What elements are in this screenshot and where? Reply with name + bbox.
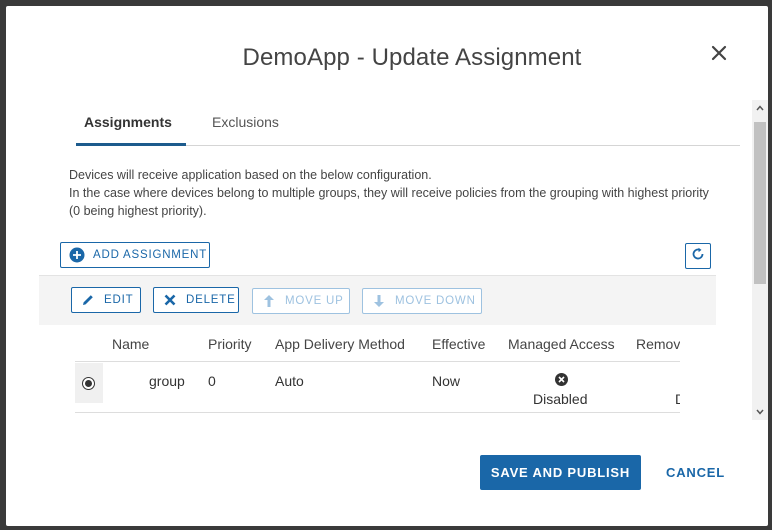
cell-effective: Now <box>432 373 461 389</box>
close-icon[interactable] <box>706 40 732 66</box>
column-header-removal[interactable]: Remov <box>636 336 680 352</box>
column-header-managed-access[interactable]: Managed Access <box>508 336 615 352</box>
add-assignment-label: ADD ASSIGNMENT <box>93 249 208 261</box>
add-assignment-button[interactable]: ADD ASSIGNMENT <box>60 242 210 268</box>
cell-priority: 0 <box>208 373 216 389</box>
plus-circle-icon <box>69 247 85 263</box>
column-header-name[interactable]: Name <box>112 336 149 352</box>
content-scrollbar[interactable] <box>752 100 768 420</box>
delete-label: DELETE <box>186 294 236 306</box>
move-up-label: MOVE UP <box>285 295 344 307</box>
x-icon <box>162 292 178 308</box>
cell-removal: D <box>675 391 680 407</box>
description-line-2: In the case where devices belong to mult… <box>69 186 709 218</box>
dialog-title: DemoApp - Update Assignment <box>242 44 582 71</box>
scroll-up-arrow-icon[interactable] <box>752 100 768 116</box>
cell-name: group <box>149 373 185 389</box>
delete-button[interactable]: DELETE <box>153 287 239 313</box>
scrollbar-thumb[interactable] <box>754 122 766 284</box>
arrow-down-icon <box>371 293 387 309</box>
refresh-button[interactable] <box>685 243 711 269</box>
edit-label: EDIT <box>104 294 134 306</box>
tab-exclusions[interactable]: Exclusions <box>212 114 279 130</box>
move-down-button[interactable]: MOVE DOWN <box>362 288 482 314</box>
x-circle-icon <box>555 373 568 389</box>
edit-button[interactable]: EDIT <box>71 287 141 313</box>
tab-assignments[interactable]: Assignments <box>84 114 172 130</box>
column-header-delivery-method[interactable]: App Delivery Method <box>275 336 405 352</box>
cancel-button[interactable]: CANCEL <box>666 465 725 480</box>
column-header-priority[interactable]: Priority <box>208 336 252 352</box>
column-header-effective[interactable]: Effective <box>432 336 485 352</box>
tab-bar: Assignments Exclusions <box>76 106 740 146</box>
cell-delivery-method: Auto <box>275 373 304 389</box>
active-tab-indicator <box>76 143 186 146</box>
description-line-1: Devices will receive application based o… <box>69 168 432 182</box>
assignments-table: Name Priority App Delivery Method Effect… <box>75 326 680 416</box>
table-row[interactable]: group 0 Auto Now Disabled D <box>75 363 680 413</box>
cell-managed-access: Disabled <box>533 391 588 407</box>
save-and-publish-button[interactable]: SAVE AND PUBLISH <box>480 455 641 490</box>
row-select-radio[interactable] <box>82 377 95 390</box>
assignment-description: Devices will receive application based o… <box>69 166 709 220</box>
update-assignment-dialog: DemoApp - Update Assignment Assignments … <box>6 6 768 526</box>
arrow-up-icon <box>261 293 277 309</box>
move-up-button[interactable]: MOVE UP <box>252 288 350 314</box>
move-down-label: MOVE DOWN <box>395 295 476 307</box>
row-select-cell <box>75 363 103 403</box>
pencil-icon <box>80 292 96 308</box>
scroll-down-arrow-icon[interactable] <box>752 404 768 420</box>
refresh-icon <box>691 247 705 266</box>
table-header-row: Name Priority App Delivery Method Effect… <box>75 326 680 362</box>
